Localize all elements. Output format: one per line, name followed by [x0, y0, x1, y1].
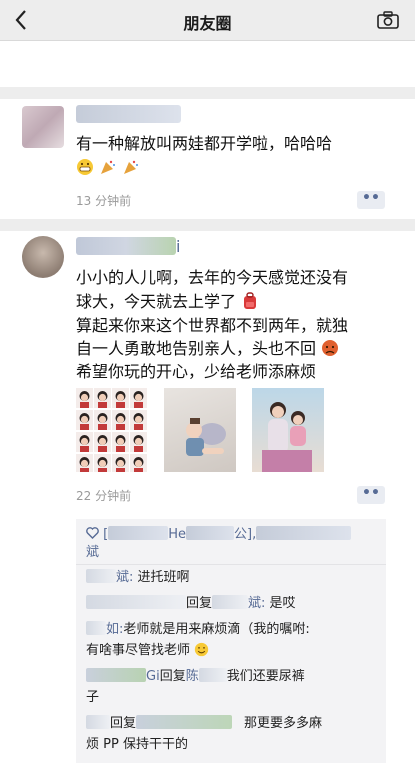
backpack-emoji-icon	[244, 292, 257, 309]
nav-bar: 朋友圈	[0, 0, 415, 41]
reply-label: 回复	[159, 669, 186, 684]
comment-text: 老师就是用来麻烦滴（我的嘱咐:	[123, 622, 310, 637]
post-text-segment: 球大，今天就去上学了	[76, 292, 237, 311]
username-suffix[interactable]: i	[176, 235, 180, 258]
reply-label: 回复	[110, 716, 137, 731]
comment-author[interactable]: 斌:	[116, 570, 133, 585]
moment-post-1: 有一种解放叫两娃都开学啦，哈哈哈 13 分钟前 ••	[0, 99, 415, 219]
photo-with-teacher[interactable]	[252, 388, 324, 472]
comment-text: 进托班啊	[137, 570, 190, 585]
post-text-segment: 自一人勇敢地告别亲人，头也不回	[76, 339, 317, 358]
comment-item-cont: 有啥事尽管找老师	[86, 640, 209, 661]
teacher-photo-image	[262, 402, 312, 472]
comment-author[interactable]: 如:	[106, 622, 123, 637]
photo-child-lying[interactable]	[164, 388, 236, 472]
party-popper-icon	[124, 160, 139, 174]
blurred-name	[86, 595, 186, 609]
post-text-line: 希望你玩的开心，少给老师添麻烦	[76, 362, 317, 381]
page-title: 朋友圈	[183, 14, 232, 33]
avatar[interactable]	[22, 236, 64, 278]
grin-emoji-icon	[77, 159, 93, 175]
blurred-name	[136, 715, 233, 729]
reply-label: 回复	[186, 596, 213, 611]
blurred-name	[198, 668, 227, 682]
comments-box: [He 公], 斌 斌: 进托班啊 回复 斌: 是哎 如:老师就是用来麻烦滴（我的嘱…	[76, 519, 386, 763]
likes-text[interactable]: 斌	[86, 545, 99, 560]
comment-text: 我们还要尿裤	[226, 669, 305, 684]
blank-area	[0, 41, 415, 87]
emoji-row	[76, 156, 140, 179]
post-text: 有一种解放叫两娃都开学啦，哈哈哈	[76, 134, 333, 153]
comment-text: 那更要多多麻	[244, 716, 323, 731]
comment-item-cont: 子	[86, 687, 99, 708]
username-blurred[interactable]	[76, 237, 176, 255]
post-time: 13 分钟前	[76, 194, 132, 208]
comment-item[interactable]: 斌: 进托班啊	[86, 567, 190, 588]
more-actions-button[interactable]: ••	[357, 486, 385, 504]
heart-icon	[86, 527, 99, 539]
comment-text: 有啥事尽管找老师	[86, 643, 191, 658]
comment-author[interactable]: 斌:	[248, 596, 265, 611]
comment-text: 子	[86, 690, 100, 705]
avatar[interactable]	[22, 106, 64, 148]
blurred-name	[86, 668, 146, 682]
comment-item[interactable]: 如:老师就是用来麻烦滴（我的嘱咐:	[86, 619, 310, 640]
blurred-name	[86, 715, 110, 729]
more-actions-button[interactable]: ••	[357, 191, 385, 209]
likes-row: [He 公],	[86, 523, 352, 542]
likes-row-2: 斌	[86, 541, 99, 560]
post-time: 22 分钟前	[76, 489, 132, 503]
party-popper-icon	[101, 160, 116, 174]
comment-text: 烦 PP 保持干干的	[86, 737, 188, 752]
post-text-line: 球大，今天就去上学了	[76, 290, 259, 313]
comment-item[interactable]: 回复 斌: 是哎	[86, 593, 296, 614]
blurred-name[interactable]	[108, 526, 169, 540]
blurred-name	[86, 569, 116, 583]
id-photos-image	[76, 388, 147, 472]
post-text-line: 自一人勇敢地告别亲人，头也不回	[76, 337, 339, 360]
blurred-name	[86, 621, 106, 635]
post-text-line: 算起来你来这个世界都不到两年，就独	[76, 316, 349, 335]
smile-emoji-icon	[194, 642, 209, 657]
likes-text[interactable]: 公],	[234, 527, 256, 542]
child-photo-image	[186, 418, 226, 456]
blurred-name[interactable]	[256, 526, 352, 540]
divider	[0, 219, 415, 231]
divider	[0, 87, 415, 99]
comment-item[interactable]: 回复 那更要多多麻	[86, 713, 322, 734]
blurred-name[interactable]	[186, 526, 234, 540]
username-blurred[interactable]	[76, 105, 181, 123]
post-text-line: 小小的人儿啊，去年的今天感觉还没有	[76, 268, 349, 287]
comment-item[interactable]: Gi回复陈 我们还要尿裤	[86, 666, 305, 687]
photo-id-grid[interactable]	[76, 388, 148, 472]
likes-text[interactable]: He	[168, 527, 186, 542]
camera-icon[interactable]	[377, 11, 399, 29]
divider	[76, 564, 386, 565]
comment-author[interactable]: 陈	[186, 669, 199, 684]
comment-text: 是哎	[269, 596, 296, 611]
angry-face-emoji-icon	[322, 340, 339, 356]
blurred-name	[212, 595, 249, 609]
comment-author[interactable]: Gi	[146, 669, 160, 684]
comment-item-cont: 烦 PP 保持干干的	[86, 734, 188, 755]
